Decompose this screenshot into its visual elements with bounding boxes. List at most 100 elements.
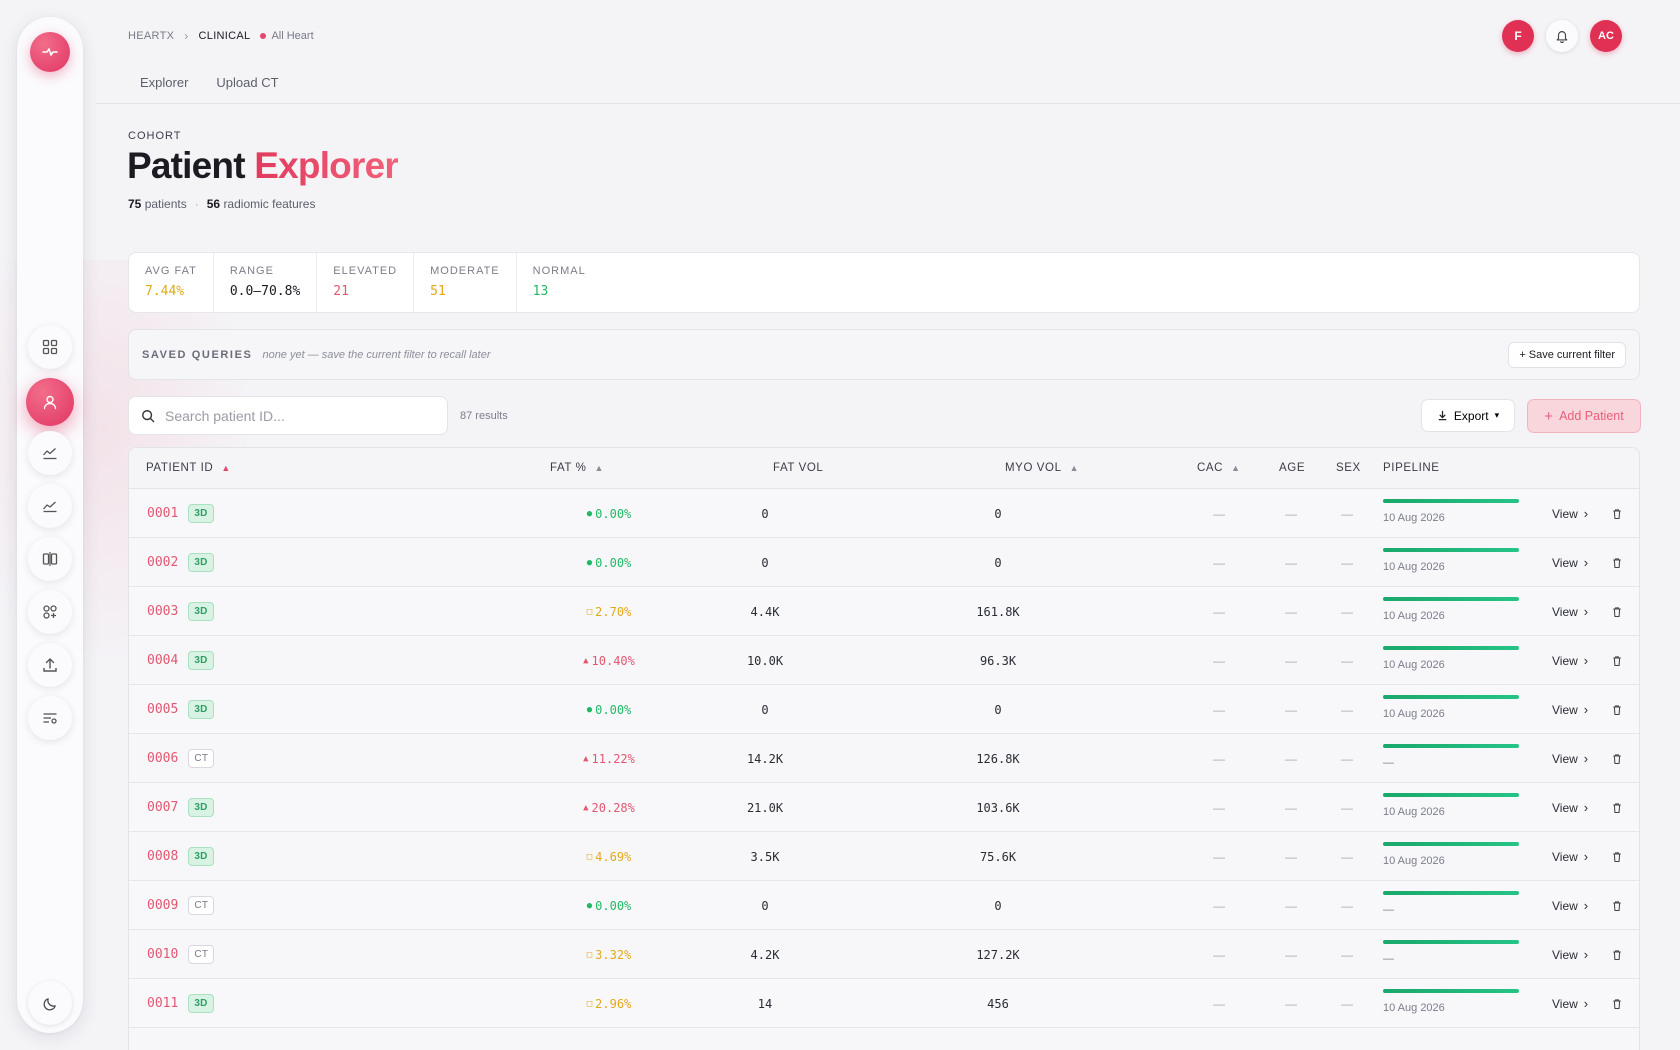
patient-id[interactable]: 0004: [147, 653, 178, 668]
delete-button[interactable]: [1611, 538, 1623, 587]
delete-button[interactable]: [1611, 881, 1623, 930]
delete-button[interactable]: [1611, 587, 1623, 636]
patient-id[interactable]: 0003: [147, 604, 178, 619]
breadcrumb-root[interactable]: HEARTX: [128, 30, 174, 42]
patient-id[interactable]: 0008: [147, 849, 178, 864]
col-patient-id[interactable]: PATIENT ID ▲: [146, 462, 231, 474]
col-fat-pct[interactable]: FAT % ▲: [550, 462, 604, 474]
list-settings-icon: [43, 713, 57, 724]
view-button[interactable]: View ›: [1552, 489, 1588, 538]
patient-id-cell[interactable]: 0008 3D: [147, 832, 214, 881]
table-row[interactable]: 0007 3D ▲ 20.28% 21.0K 103.6K — — — 10 Aug 2026 Vi…: [129, 783, 1639, 832]
tab-explorer[interactable]: Explorer: [140, 75, 188, 90]
col-cac[interactable]: CAC ▲: [1197, 462, 1241, 474]
view-button[interactable]: View ›: [1552, 685, 1588, 734]
modality-badge: CT: [188, 749, 215, 768]
sidebar-item-patients[interactable]: [26, 378, 74, 426]
sidebar-item-analytics[interactable]: [28, 431, 72, 475]
view-button[interactable]: View ›: [1552, 881, 1588, 930]
col-fat-vol[interactable]: FAT VOL: [773, 462, 823, 474]
table-row[interactable]: 0002 3D ● 0.00% 0 0 — — — 10 Aug 2026 View ›: [129, 538, 1639, 587]
table-row[interactable]: 0009 CT ● 0.00% 0 0 — — — — View ›: [129, 881, 1639, 930]
col-myo-vol[interactable]: MYO VOL ▲: [1005, 462, 1079, 474]
view-button[interactable]: View ›: [1552, 979, 1588, 1028]
theme-toggle[interactable]: [28, 981, 72, 1025]
patient-id[interactable]: 0010: [147, 947, 178, 962]
table-row[interactable]: 0003 3D □ 2.70% 4.4K 161.8K — — — 10 Aug 2026 View…: [129, 587, 1639, 636]
patient-id-cell[interactable]: 0002 3D: [147, 538, 214, 587]
sidebar-item-queue[interactable]: [28, 696, 72, 740]
patient-id-cell[interactable]: 0001 3D: [147, 489, 214, 538]
summary-separator: ·: [194, 197, 199, 211]
patient-id-cell[interactable]: 0006 CT: [147, 734, 215, 783]
table-row[interactable]: 0010 CT □ 3.32% 4.2K 127.2K — — — — View ›: [129, 930, 1639, 979]
patient-id-cell[interactable]: 0005 3D: [147, 685, 214, 734]
table-row[interactable]: 0011 3D □ 2.96% 14 456 — — — 10 Aug 2026 View ›: [129, 979, 1639, 1028]
table-row[interactable]: 0005 3D ● 0.00% 0 0 — — — 10 Aug 2026 View ›: [129, 685, 1639, 734]
fat-vol-cell: 0: [761, 898, 769, 913]
patient-id[interactable]: 0006: [147, 751, 178, 766]
pipeline-date: —: [1383, 757, 1394, 769]
sidebar-item-compare[interactable]: [28, 537, 72, 581]
delete-button[interactable]: [1611, 734, 1623, 783]
pipeline-progress-bar: [1383, 695, 1519, 699]
stat-avg-fat: AVG FAT 7.44%: [129, 253, 214, 312]
patient-id[interactable]: 0001: [147, 506, 178, 521]
delete-button[interactable]: [1611, 685, 1623, 734]
add-patient-button[interactable]: + Add Patient: [1527, 399, 1641, 433]
table-row[interactable]: 0001 3D ● 0.00% 0 0 — — — 10 Aug 2026 View ›: [129, 489, 1639, 538]
view-button[interactable]: View ›: [1552, 930, 1588, 979]
delete-button[interactable]: [1611, 489, 1623, 538]
table-row[interactable]: 0008 3D □ 4.69% 3.5K 75.6K — — — 10 Aug 2026 View ›: [129, 832, 1639, 881]
search-input[interactable]: [165, 407, 425, 424]
view-button[interactable]: View ›: [1552, 832, 1588, 881]
moderate-status-icon: □: [586, 851, 593, 862]
fat-pct-cell: □ 2.70%: [549, 587, 669, 636]
sidebar-item-dashboard[interactable]: [28, 325, 72, 369]
view-button[interactable]: View ›: [1552, 734, 1588, 783]
stat-moderate: MODERATE 51: [414, 253, 517, 312]
patient-id[interactable]: 0007: [147, 800, 178, 815]
patient-id[interactable]: 0005: [147, 702, 178, 717]
view-button[interactable]: View ›: [1552, 783, 1588, 832]
pipeline-date: 10 Aug 2026: [1383, 659, 1445, 671]
stats-card: AVG FAT 7.44% RANGE 0.0–70.8% ELEVATED 21 M…: [128, 252, 1640, 313]
account-avatar[interactable]: AC: [1590, 20, 1622, 52]
patient-id[interactable]: 0009: [147, 898, 178, 913]
sidebar-item-upload[interactable]: [28, 643, 72, 687]
fat-pct-cell: ● 0.00%: [549, 489, 669, 538]
sidebar-item-modules[interactable]: [28, 590, 72, 634]
plus-icon: +: [1544, 407, 1554, 425]
tab-upload-ct[interactable]: Upload CT: [216, 75, 278, 90]
delete-button[interactable]: [1611, 636, 1623, 685]
table-row[interactable]: 0004 3D ▲ 10.40% 10.0K 96.3K — — — 10 Aug 2026 Vie…: [129, 636, 1639, 685]
patient-id-cell[interactable]: 0003 3D: [147, 587, 214, 636]
delete-button[interactable]: [1611, 832, 1623, 881]
sidebar-item-trends[interactable]: [28, 484, 72, 528]
table-row[interactable]: 0006 CT ▲ 11.22% 14.2K 126.8K — — — — View ›: [129, 734, 1639, 783]
patient-id-cell[interactable]: 0011 3D: [147, 979, 214, 1028]
patient-id-cell[interactable]: 0009 CT: [147, 881, 215, 930]
col-age[interactable]: AGE: [1279, 462, 1305, 474]
delete-button[interactable]: [1611, 930, 1623, 979]
notifications-button[interactable]: [1546, 20, 1578, 52]
pipeline-progress-bar: [1383, 499, 1519, 503]
save-filter-button[interactable]: + Save current filter: [1508, 341, 1626, 368]
patient-id-cell[interactable]: 0007 3D: [147, 783, 214, 832]
patient-id-cell[interactable]: 0010 CT: [147, 930, 215, 979]
patient-id[interactable]: 0002: [147, 555, 178, 570]
patient-id-cell[interactable]: 0004 3D: [147, 636, 214, 685]
delete-button[interactable]: [1611, 979, 1623, 1028]
view-button[interactable]: View ›: [1552, 636, 1588, 685]
col-sex[interactable]: SEX: [1336, 462, 1361, 474]
view-button[interactable]: View ›: [1552, 538, 1588, 587]
scope-filter[interactable]: All Heart: [260, 30, 314, 42]
export-button[interactable]: Export ▾: [1421, 399, 1515, 432]
pipeline-progress-bar: [1383, 940, 1519, 944]
fat-vol-cell: 0: [761, 506, 769, 521]
delete-button[interactable]: [1611, 783, 1623, 832]
view-button[interactable]: View ›: [1552, 587, 1588, 636]
user-avatar[interactable]: F: [1502, 20, 1534, 52]
pulse-logo-button[interactable]: [30, 32, 70, 72]
patient-id[interactable]: 0011: [147, 996, 178, 1011]
